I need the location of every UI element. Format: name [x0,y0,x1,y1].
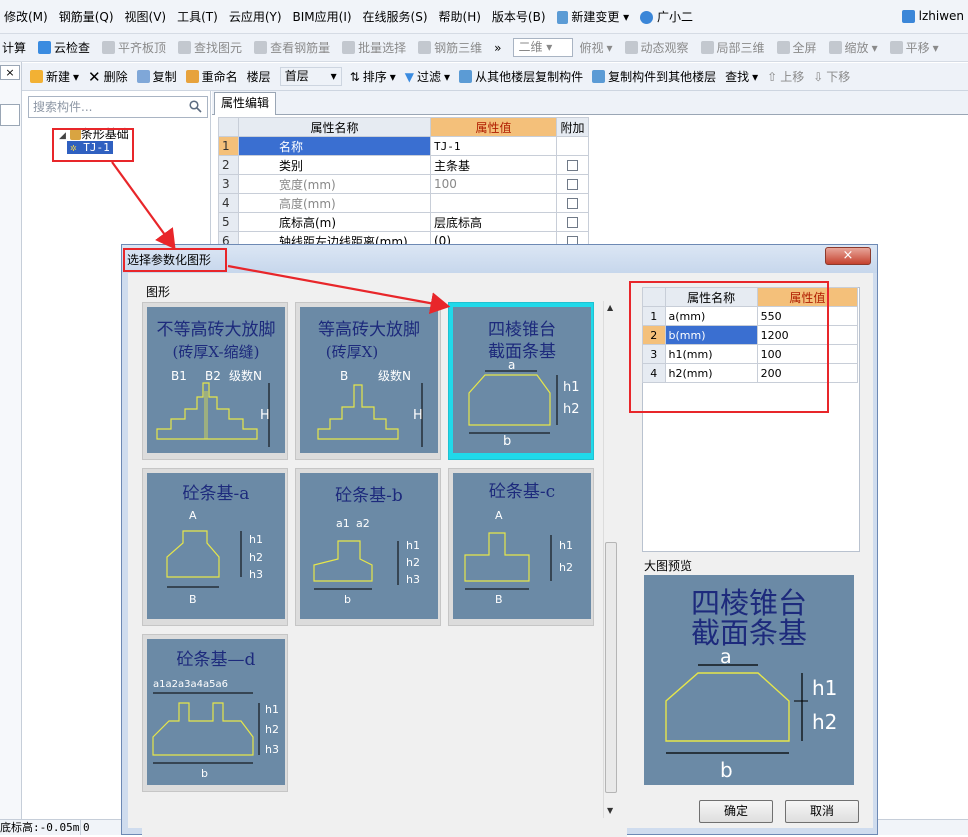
annotation-arrows [111,161,451,315]
